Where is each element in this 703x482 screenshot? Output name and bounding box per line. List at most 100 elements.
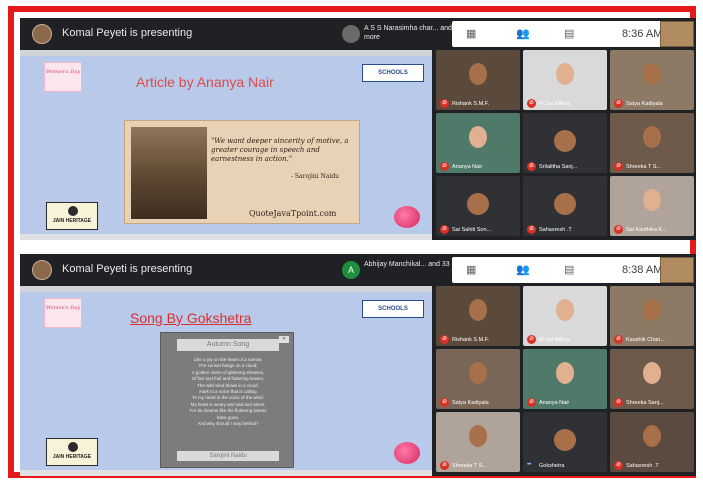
participant-tile[interactable]: ∅ Shreeka T S... [436,412,520,472]
participant-video [469,63,487,86]
participant-tile[interactable]: ∅ Rishank S.M.F. [436,286,520,346]
song-line: And why should I stay behind? [197,421,259,427]
quote-site: QuoteJavaTpoint.com [249,209,337,218]
mic-muted-icon: ∅ [527,162,536,171]
presenter-avatar [32,24,52,44]
participant-name: Shreeka T S... [452,463,487,469]
participant-tile[interactable]: ∅ Ananya Nair [436,113,520,173]
participant-video [556,362,574,385]
presenter-label: Komal Peyeti is presenting [62,27,193,39]
participant-name: M.Sai Nithya [539,337,571,343]
participant-tile[interactable]: ∅ Ananya Nair [523,349,607,409]
self-view-thumbnail[interactable] [660,257,694,283]
slide-status-bar [20,470,432,476]
meeting-controls: ▦ 👥 ▤ 8:38 AM [452,257,674,283]
participant-tile[interactable]: ∅ Satya Kadiyala [436,349,520,409]
shared-screen: Women's Day Article by Ananya Nair SCHOO… [20,50,432,240]
layout-icon[interactable]: ▦ [466,27,476,40]
womens-day-badge: Women's Day [44,298,82,328]
participant-tile[interactable]: ∅ Shreeka T S... [610,113,694,173]
presentation-slide: Women's Day Song By Gokshetra SCHOOLS ✕ … [20,292,432,470]
participant-video [643,63,661,86]
mic-muted-icon: ∅ [614,398,623,407]
mic-muted-icon: ∅ [440,162,449,171]
participant-name: Kaushik Chari... [626,337,665,343]
participant-video [469,299,487,322]
mic-muted-icon: ∅ [614,461,623,470]
participant-video [643,299,661,322]
participant-name: Rishank S.M.F. [452,101,489,107]
participant-tile[interactable]: ∅ Sai Kanthika K... [610,176,694,236]
people-icon[interactable]: 👥 [516,263,530,276]
participant-video [556,299,574,322]
participant-name: Shreeka Sanj... [626,400,664,406]
participant-name: M.Sai Nithya [539,101,571,107]
speaking-indicator-icon: ••• [527,462,531,468]
participant-video [469,126,487,149]
participant-name: Ananya Nair [539,400,570,406]
presenter-label: Komal Peyeti is presenting [62,263,193,275]
participant-tile[interactable]: ∅ Sahasresh .T [523,176,607,236]
participant-name: Ananya Nair [452,164,483,170]
quote-text: "We want deeper sincerity of motive, a g… [211,137,349,163]
participant-video [556,63,574,86]
participant-tile[interactable]: ∅ Kaushik Chari... [610,286,694,346]
chat-icon[interactable]: ▤ [564,27,574,40]
mic-muted-icon: ∅ [614,162,623,171]
participant-grid: ∅ Rishank S.M.F. ∅ M.Sai Nithya ∅ Satya Kadiy… [436,50,696,240]
slide-title: Article by Ananya Nair [136,74,274,90]
participant-name: Gokshetra [539,463,565,469]
chat-avatar [342,25,360,43]
participant-tile[interactable]: ∅ Rishank S.M.F. [436,50,520,110]
mic-muted-icon: ∅ [614,225,623,234]
clock-time: 8:38 AM [622,264,663,276]
participant-grid: ∅ Rishank S.M.F. ∅ M.Sai Nithya ∅ Kaushik Cha… [436,286,696,476]
heritage-logo: JAIN HERITAGE [46,202,98,230]
participant-video [554,192,576,215]
participant-video [643,189,661,212]
participant-name: Sai Sahiti Son... [452,227,492,233]
song-lyrics: Like a joy on the heart of a sorrow, The … [167,357,289,427]
shared-screen: Women's Day Song By Gokshetra SCHOOLS ✕ … [20,286,432,476]
participant-name: Shreeka T S... [626,164,661,170]
participant-video [643,425,661,448]
participant-tile[interactable]: ∅ Srilalitha Sanj... [523,113,607,173]
meet-window-top: Komal Peyeti is presenting A S S Narasim… [20,18,696,240]
participant-tile[interactable]: ∅ Shreeka Sanj... [610,349,694,409]
mic-muted-icon: ∅ [440,99,449,108]
layout-icon[interactable]: ▦ [466,263,476,276]
chat-icon[interactable]: ▤ [564,263,574,276]
portrait-photo [131,127,207,219]
self-view-thumbnail[interactable] [660,21,694,47]
mic-muted-icon: ∅ [440,461,449,470]
participant-tile[interactable]: ∅ Sai Sahiti Son... [436,176,520,236]
slide-title: Song By Gokshetra [130,310,252,326]
chat-avatar: A [342,261,360,279]
presenter-avatar [32,260,52,280]
participant-tile[interactable]: ∅ Sahasresh .T [610,412,694,472]
heritage-logo: JAIN HERITAGE [46,438,98,466]
participant-tile[interactable]: ∅ M.Sai Nithya [523,286,607,346]
participant-tile[interactable]: ∅ Satya Kadiyala [610,50,694,110]
womens-day-badge: Women's Day [44,62,82,92]
participant-tile[interactable]: ∅ M.Sai Nithya [523,50,607,110]
mic-muted-icon: ∅ [440,398,449,407]
mic-muted-icon: ∅ [527,335,536,344]
hearts-decoration [394,206,420,228]
hearts-decoration [394,442,420,464]
mic-muted-icon: ∅ [614,335,623,344]
mic-muted-icon: ∅ [614,99,623,108]
quote-card: "We want deeper sincerity of motive, a g… [124,120,360,224]
close-icon[interactable]: ✕ [279,336,289,343]
meet-top-bar: Komal Peyeti is presenting A Abhijay Man… [20,254,696,286]
people-icon[interactable]: 👥 [516,27,530,40]
meeting-controls: ▦ 👥 ▤ 8:36 AM [452,21,674,47]
participant-name: Sahasresh .T [626,463,659,469]
participant-video [467,192,489,215]
participant-name: Rishank S.M.F. [452,337,489,343]
meet-top-bar: Komal Peyeti is presenting A S S Narasim… [20,18,696,50]
participant-tile[interactable]: ••• Gokshetra [523,412,607,472]
participant-video [469,362,487,385]
participant-name: Sai Kanthika K... [626,227,667,233]
song-heading: Autumn Song [177,339,279,351]
